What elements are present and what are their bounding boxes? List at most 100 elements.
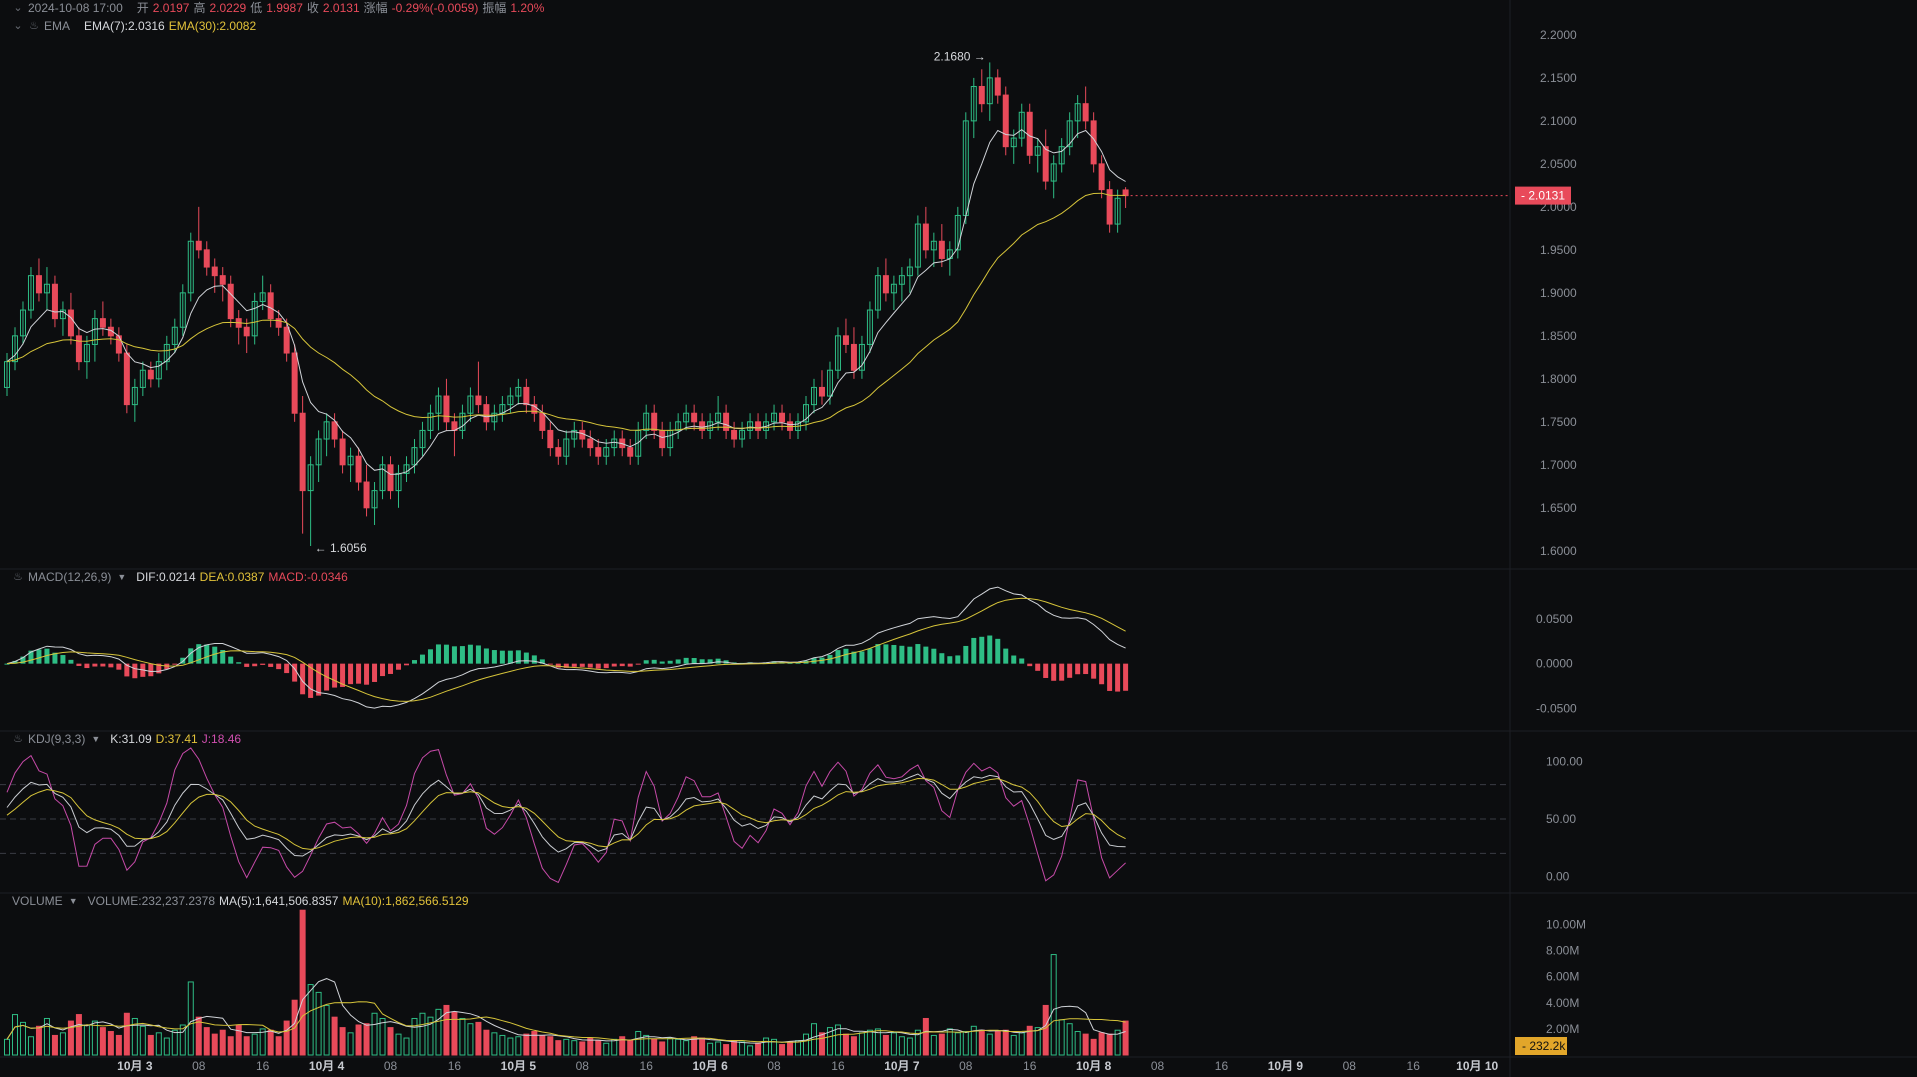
volume-bar (595, 1040, 602, 1056)
candle-body (443, 395, 450, 423)
ema-title[interactable]: EMA (44, 18, 70, 34)
candle-body (691, 412, 698, 423)
candle-body (1026, 111, 1033, 156)
volume-bar (547, 1036, 554, 1056)
candle-body (587, 438, 594, 449)
volume-bar (347, 1032, 354, 1056)
low-label: 低 (250, 1, 263, 15)
volume-axis-tick: 4.00M (1546, 996, 1579, 1010)
macd-histogram-bar (603, 663, 609, 669)
kdj-title[interactable]: KDJ(9,3,3) (28, 731, 85, 747)
volume-ma5-line (6, 978, 1126, 1044)
candle-body (355, 455, 362, 483)
amplitude-value: 1.20% (510, 1, 545, 15)
macd-histogram-bar (907, 646, 913, 664)
trading-chart[interactable]: 2.20002.15002.10002.05002.00001.95001.90… (0, 0, 1917, 1077)
max-price-marker: 2.1680 → (934, 49, 986, 63)
volume-bar (419, 1012, 426, 1056)
change-label: 涨幅 (363, 1, 388, 15)
volume-bar (491, 1032, 498, 1056)
volume-bar (507, 1037, 514, 1056)
volume-bar (451, 1011, 458, 1056)
candle-body (203, 249, 210, 268)
volume-bar (1106, 1033, 1113, 1056)
macd-histogram-bar (260, 663, 266, 665)
price-axis-tick: 1.9000 (1540, 286, 1577, 300)
candle-body (555, 447, 562, 457)
volume-bar (147, 1034, 154, 1056)
candle-body (523, 386, 530, 406)
volume-title[interactable]: VOLUME (12, 893, 63, 909)
collapse-chevron-icon[interactable]: ⌄ (12, 20, 24, 32)
macd-histogram-bar (228, 656, 234, 664)
volume-bar (563, 1038, 570, 1056)
volume-bar (1010, 1034, 1017, 1056)
volume-bar (675, 1038, 682, 1056)
price-axis-tick: 1.9500 (1540, 243, 1577, 257)
axes-labels: 2.20002.15002.10002.05002.00001.95001.90… (117, 28, 1586, 1073)
volume-legend: VOLUME ▼ VOLUME:232,237.2378 MA(5):1,641… (12, 893, 469, 909)
volume-bar (1034, 1027, 1041, 1056)
dropdown-caret-icon[interactable]: ▼ (117, 569, 126, 585)
macd-histogram-bar (1099, 663, 1105, 685)
macd-histogram-bar (236, 662, 242, 664)
macd-histogram-bar (459, 646, 465, 664)
volume-bar (35, 1025, 42, 1056)
macd-histogram-bar (1107, 663, 1113, 691)
high-label: 高 (193, 1, 206, 15)
dif-value: DIF:0.0214 (136, 570, 196, 584)
bell-icon[interactable]: ♨ (28, 20, 40, 32)
volume-bar (187, 981, 194, 1056)
bell-icon[interactable]: ♨ (12, 571, 24, 583)
macd-histogram-bar (939, 653, 945, 664)
candle-body (211, 266, 218, 277)
macd-histogram-bar (148, 663, 154, 677)
collapse-chevron-icon[interactable]: ⌄ (12, 2, 24, 14)
volume-bar (611, 1038, 618, 1056)
time-axis-tick: 10月 6 (692, 1059, 728, 1073)
open-label: 开 (136, 1, 149, 15)
macd-panel (4, 586, 1129, 709)
volume-bar (475, 1021, 482, 1056)
candle-body (1098, 163, 1105, 191)
volume-bar (747, 1045, 754, 1056)
candle-body (595, 447, 602, 457)
macd-histogram-bar (715, 658, 721, 664)
macd-title[interactable]: MACD(12,26,9) (28, 569, 111, 585)
volume-bar (795, 1040, 802, 1056)
volume-bar (195, 1016, 202, 1056)
volume-bar (83, 1024, 90, 1056)
macd-histogram-bar (188, 648, 194, 664)
macd-histogram-bar (611, 663, 617, 667)
volume-bar (155, 1032, 162, 1056)
macd-histogram-bar (1083, 663, 1089, 675)
volume-bar (4, 1038, 10, 1056)
volume-bar (267, 1029, 274, 1056)
dropdown-caret-icon[interactable]: ▼ (91, 731, 100, 747)
macd-histogram-bar (675, 659, 681, 664)
macd-histogram-bar (36, 649, 42, 664)
volume-bar (219, 1029, 226, 1056)
candle-body (51, 283, 58, 320)
volume-bar (19, 1021, 26, 1056)
macd-histogram-bar (595, 663, 601, 669)
macd-histogram-bar (451, 646, 457, 664)
candle-body (978, 85, 985, 105)
volume-bar (1074, 1031, 1081, 1056)
macd-histogram-bar (419, 654, 425, 664)
volume-bar (435, 1008, 442, 1056)
price-axis-tick: 2.0500 (1540, 157, 1577, 171)
macd-histogram-bar (587, 663, 593, 668)
grid-lines (0, 0, 1917, 1077)
j-line (6, 747, 1126, 884)
macd-histogram-bar (435, 644, 441, 664)
dropdown-caret-icon[interactable]: ▼ (69, 893, 78, 909)
macd-histogram-bar (475, 645, 481, 664)
macd-histogram-bar (356, 663, 362, 684)
volume-bar (683, 1040, 690, 1056)
volume-bar (994, 1031, 1001, 1056)
macd-histogram-bar (380, 663, 386, 677)
macd-histogram-bar (979, 636, 985, 664)
bell-icon[interactable]: ♨ (12, 733, 24, 745)
macd-axis-tick: 0.0000 (1536, 657, 1573, 671)
